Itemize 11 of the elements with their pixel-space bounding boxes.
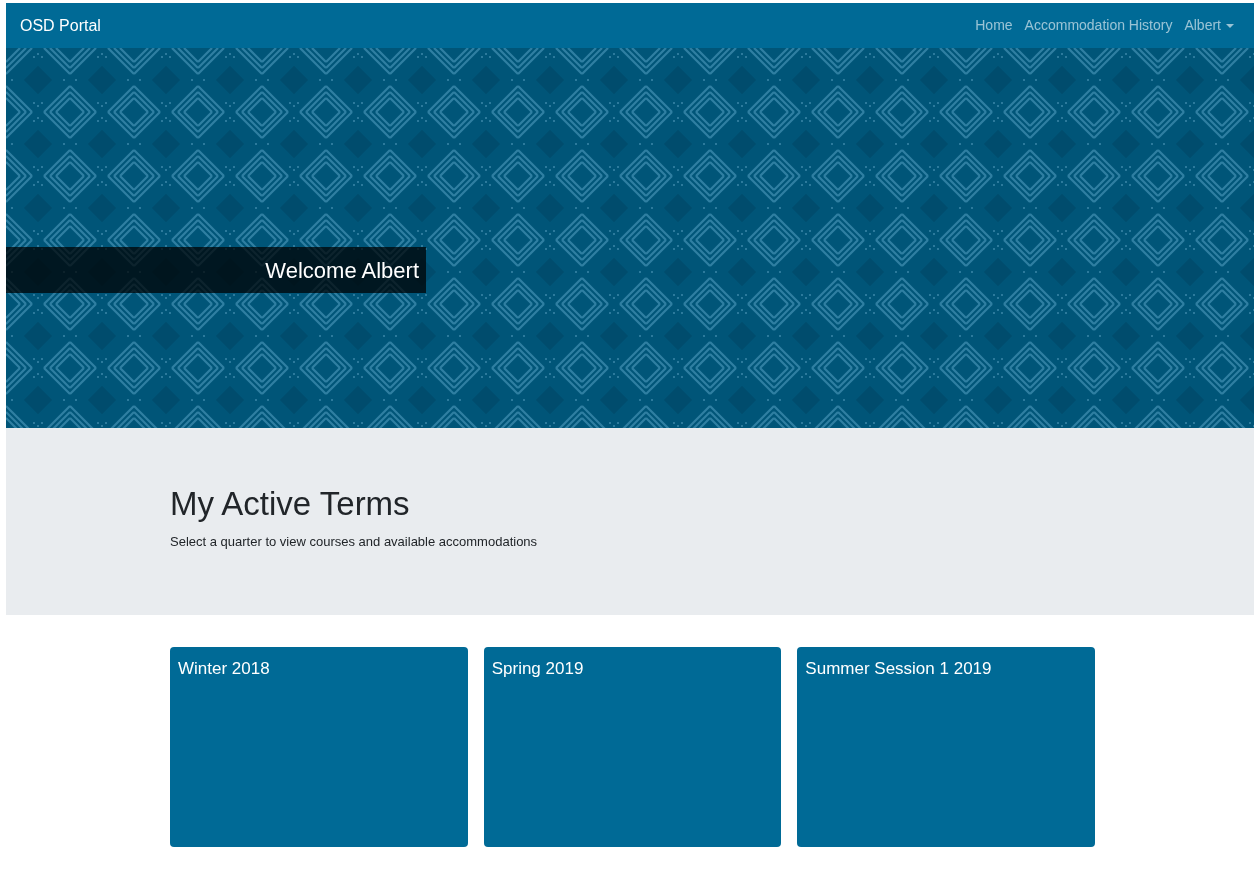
brand-link[interactable]: OSD Portal <box>20 13 101 38</box>
term-card[interactable]: Spring 2019 <box>483 647 782 847</box>
welcome-banner: Welcome Albert <box>6 247 426 293</box>
caret-icon <box>1226 24 1234 29</box>
term-card[interactable]: Winter 2018 <box>170 647 468 847</box>
nav-link[interactable]: Home <box>969 15 1019 36</box>
page-subtitle: Select a quarter to view courses and available accommodations <box>170 532 539 551</box>
term-card[interactable]: Summer Session 1 2019 <box>797 647 1095 847</box>
user-dropdown[interactable]: Albert <box>1178 15 1240 36</box>
page-heading: My Active Terms <box>170 484 411 524</box>
nav-link[interactable]: Accommodation History <box>1018 15 1179 36</box>
